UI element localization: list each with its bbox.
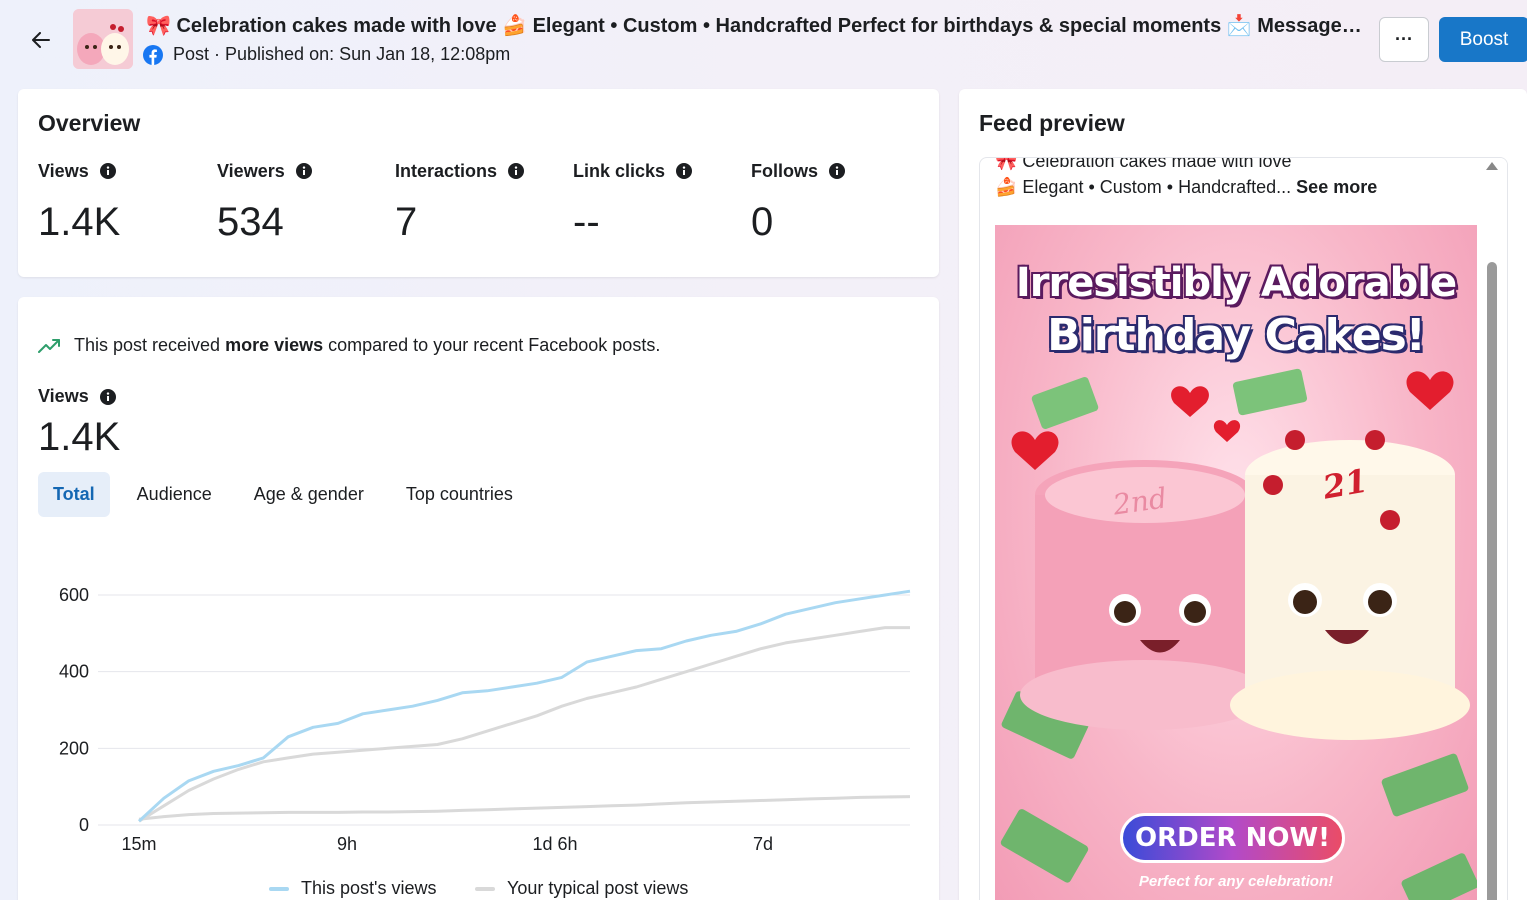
page-header: 🎀 Celebration cakes made with love 🍰 Ele… (0, 0, 1527, 78)
x-tick-label: 9h (337, 834, 357, 854)
metric-value: 1.4K (38, 200, 121, 244)
caption-line-2-text: 🍰 Elegant • Custom • Handcrafted... (995, 177, 1292, 197)
caption-line-1: 🎀 Celebration cakes made with love (995, 157, 1292, 171)
post-title: 🎀 Celebration cakes made with love 🍰 Ele… (146, 15, 1364, 37)
info-icon[interactable] (676, 163, 693, 179)
feed-preview-frame[interactable]: 🎀 Celebration cakes made with love 🍰 Ele… (979, 157, 1508, 900)
legend-swatch (475, 886, 495, 891)
series-line-typical[interactable] (138, 626, 910, 823)
views-card: This post received more views compared t… (18, 297, 939, 900)
metric-interactions: Interactions 7 (395, 159, 565, 245)
legend-label: Your typical post views (507, 878, 689, 898)
metric-link-clicks: Link clicks -- (573, 159, 743, 245)
ad-headline-2: Birthday Cakes! (1047, 310, 1426, 361)
facebook-icon (143, 44, 163, 65)
cake-topper-right: 21 (1320, 461, 1371, 507)
metric-viewers: Viewers 534 (217, 159, 387, 245)
see-more-link[interactable]: See more (1296, 177, 1377, 197)
metric-follows: Follows 0 (751, 159, 921, 245)
y-tick-label: 400 (59, 662, 89, 682)
back-button[interactable] (26, 26, 56, 54)
legend-item-typical: Your typical post views (475, 878, 688, 899)
post-thumbnail (73, 9, 133, 69)
info-icon[interactable] (829, 163, 845, 179)
y-tick-label: 0 (79, 815, 89, 835)
metric-views: Views 1.4K (38, 159, 208, 245)
info-icon[interactable] (295, 163, 312, 179)
overview-title: Overview (38, 110, 141, 136)
info-icon[interactable] (99, 163, 116, 179)
series-line-typical-low[interactable] (138, 795, 911, 821)
post-published-date: Post · Published on: Sun Jan 18, 12:08pm (173, 44, 511, 64)
preview-scrollbar[interactable] (1477, 158, 1507, 900)
post-image[interactable]: Irresistibly Adorable Birthday Cakes! 2n… (995, 225, 1477, 900)
metric-value: 7 (395, 200, 418, 244)
post-caption: 🎀 Celebration cakes made with love 🍰 Ele… (995, 158, 1475, 200)
metric-label: Interactions (395, 160, 498, 181)
views-line-chart: 0 200 400 600 15m 9h 1d 6h 7d (59, 585, 911, 854)
legend-swatch (269, 886, 289, 891)
overview-card: Overview Views 1.4K Viewers 534 Interact… (18, 89, 939, 277)
metric-label: Follows (751, 160, 818, 181)
x-tick-label: 1d 6h (532, 834, 577, 854)
x-tick-label: 7d (753, 834, 773, 854)
metric-value: -- (573, 200, 600, 244)
metric-label: Link clicks (573, 160, 666, 181)
more-options-button[interactable]: ··· (1379, 17, 1429, 62)
post-meta: Post · Published on: Sun Jan 18, 12:08pm (143, 44, 510, 65)
series-line-this-post[interactable] (137, 589, 911, 823)
legend-label: This post's views (301, 878, 437, 898)
feed-preview-card: Feed preview 🎀 Celebration cakes made wi… (959, 89, 1527, 900)
ad-headline-1: Irresistibly Adorable (1015, 260, 1457, 306)
scrollbar-thumb[interactable] (1487, 262, 1497, 900)
caption-line-2: 🍰 Elegant • Custom • Handcrafted... See … (995, 174, 1475, 200)
legend-item-this-post: This post's views (269, 878, 436, 899)
metric-value: 534 (217, 200, 284, 244)
metric-label: Views (38, 160, 89, 181)
y-tick-label: 600 (59, 585, 89, 605)
scroll-up-arrow-icon[interactable] (1486, 162, 1498, 170)
x-tick-label: 15m (121, 834, 156, 854)
metric-label: Viewers (217, 160, 285, 181)
ad-tagline: Perfect for any celebration! (1138, 873, 1334, 890)
info-icon[interactable] (508, 163, 525, 179)
y-tick-label: 200 (59, 738, 89, 758)
metric-value: 0 (751, 200, 774, 244)
arrow-left-icon (32, 32, 50, 48)
feed-preview-title: Feed preview (979, 110, 1125, 136)
boost-button[interactable]: Boost (1439, 17, 1527, 62)
order-now-button[interactable]: ORDER NOW! (1120, 813, 1345, 863)
